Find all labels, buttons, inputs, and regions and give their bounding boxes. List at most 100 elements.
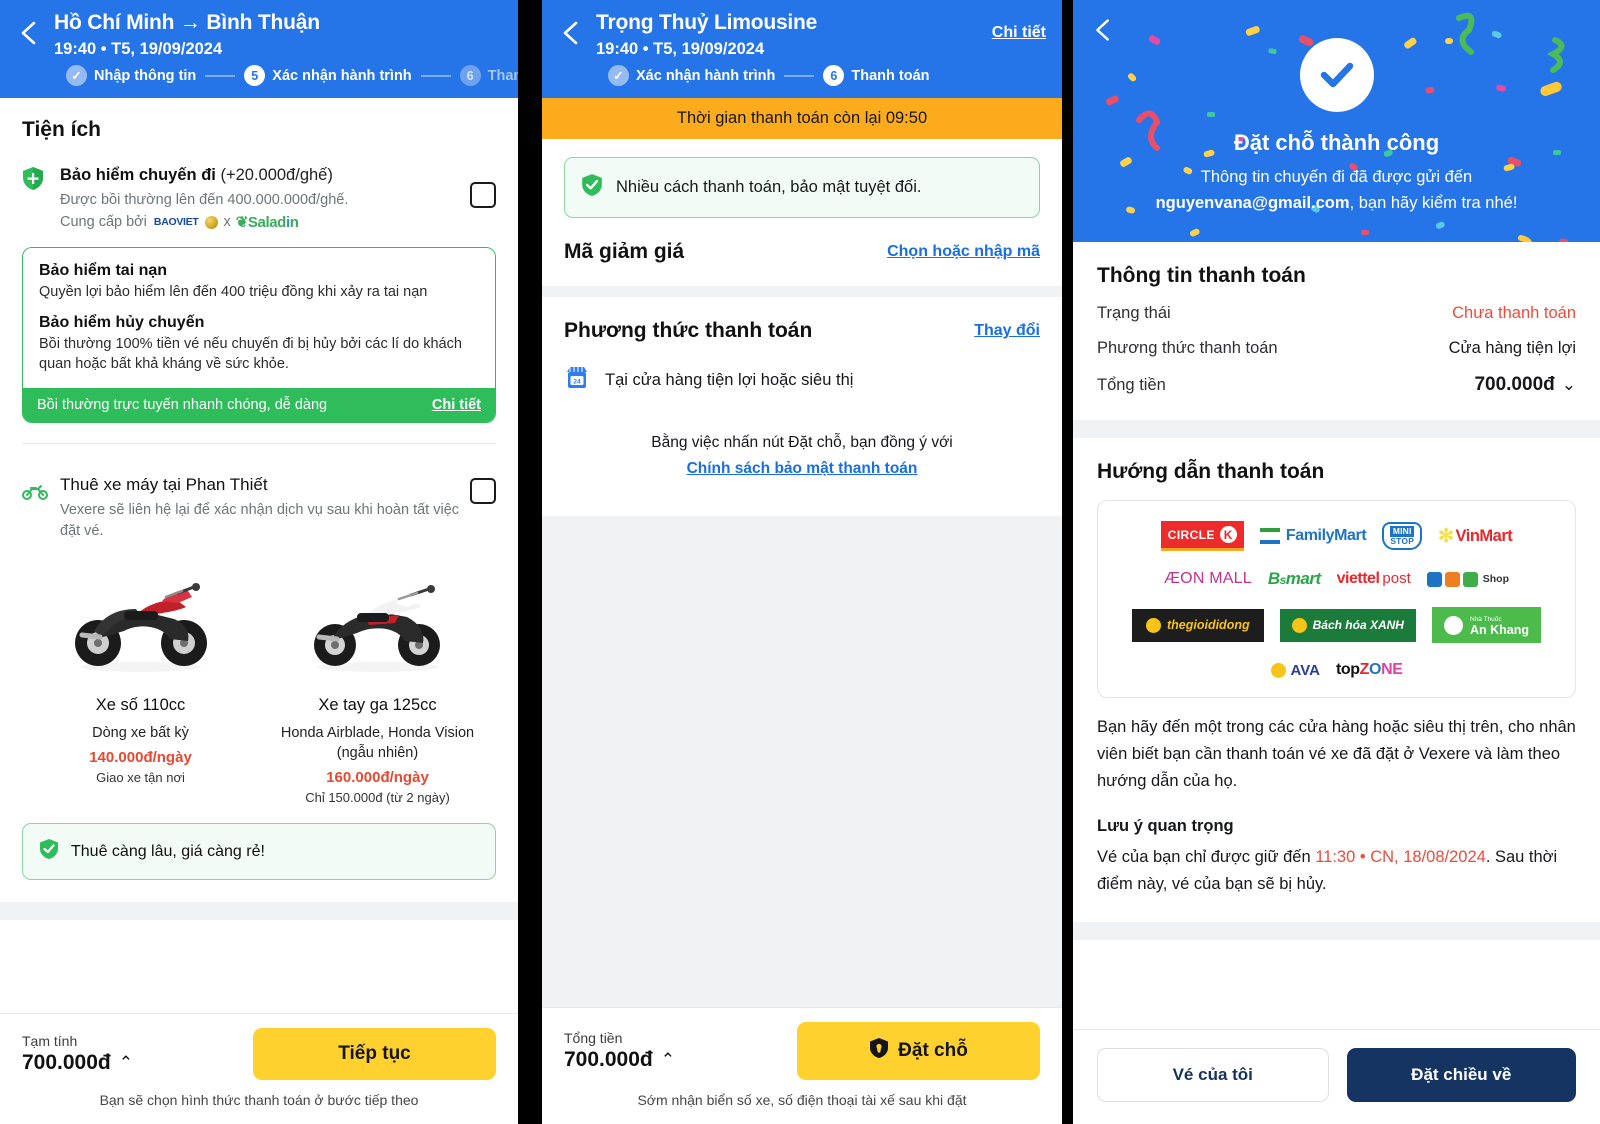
success-sub-post: , bạn hãy kiểm tra nhé!	[1349, 194, 1518, 212]
logo-row-4: AVA topZONE	[1112, 661, 1561, 679]
note-pre: Vé của bạn chỉ được giữ đến	[1097, 848, 1316, 866]
motorbike-red-photo	[28, 552, 253, 692]
payment-countdown-banner: Thời gian thanh toán còn lại 09:50	[542, 98, 1062, 139]
fpt-shop-logo: Shop	[1426, 571, 1509, 587]
three-panel-screenshot: Hồ Chí Minh → Bình Thuận 19:40 • T5, 19/…	[0, 0, 1600, 1124]
step-thanh-toan[interactable]: 6 Thanh toán	[459, 65, 518, 86]
progress-stepper: ✓ Xác nhận hành trình 6 Thanh toán	[542, 61, 1062, 98]
aeon-mall-logo: ÆON MALL	[1163, 570, 1252, 587]
continue-button[interactable]: Tiếp tục	[253, 1028, 496, 1080]
total-label: Tổng tiền	[564, 1030, 623, 1046]
ministop-logo: MINI STOP	[1382, 522, 1423, 550]
step-xac-nhan-hanh-trinh[interactable]: ✓ Xác nhận hành trình	[608, 65, 775, 86]
section-title-amenities: Tiện ích	[22, 118, 101, 141]
bike-model: Dòng xe bất kỳ	[92, 725, 189, 741]
insurance-providers: Cung cấp bởi BAOVIET x ❦Saladin	[60, 213, 462, 231]
benefit-2-desc: Bồi thường 100% tiền vé nếu chuyến đi bị…	[39, 336, 462, 372]
ava-logo: AVA	[1270, 662, 1320, 679]
footer-note: Sớm nhận biển số xe, số điện thoại tài x…	[637, 1092, 967, 1108]
benefit-2-title: Bảo hiểm hủy chuyến	[39, 314, 205, 331]
logo-row-3: thegioididong Bách hóa XANH Nhà Thuốc An …	[1112, 607, 1561, 643]
trip-insurance-row[interactable]: Bảo hiểm chuyến đi (+20.000đ/ghế) Được b…	[22, 164, 496, 231]
panel3-body: Thông tin thanh toán Trạng thái Chưa tha…	[1073, 242, 1600, 1029]
panel2-body: Nhiều cách thanh toán, bảo mật tuyệt đối…	[542, 139, 1062, 1007]
bachhoaxanh-logo: Bách hóa XANH	[1279, 608, 1416, 642]
insurance-description: Được bồi thường lên đến 400.000.000đ/ghế…	[60, 192, 349, 208]
step-nhap-thong-tin[interactable]: ✓ Nhập thông tin	[66, 65, 196, 86]
provider-prefix: Cung cấp bởi	[60, 214, 147, 230]
row-value[interactable]: 700.000đ ⌄	[1474, 374, 1576, 396]
bike-note: Chỉ 150.000đ (từ 2 ngày)	[305, 790, 450, 805]
bike-rental-title: Thuê xe máy tại Phan Thiết	[60, 475, 268, 494]
panel1-header: Hồ Chí Minh → Bình Thuận 19:40 • T5, 19/…	[0, 0, 518, 98]
bike-option-110cc[interactable]: Xe số 110cc Dòng xe bất kỳ 140.000đ/ngày…	[22, 552, 259, 805]
check-circle-icon	[1299, 38, 1374, 112]
subtotal-label: Tạm tính	[22, 1033, 78, 1049]
discount-title: Mã giảm giá	[564, 240, 685, 263]
motorbike-icon	[22, 474, 48, 505]
book-return-trip-button[interactable]: Đặt chiều về	[1346, 1048, 1576, 1102]
thegioididong-logo: thegioididong	[1131, 608, 1264, 642]
bike-option-125cc[interactable]: Xe tay ga 125cc Honda Airblade, Honda Vi…	[259, 552, 496, 805]
vinmart-logo: ✻ VinMart	[1438, 525, 1513, 547]
panel-gap	[518, 0, 542, 1124]
step-xac-nhan-hanh-trinh[interactable]: 5 Xác nhận hành trình	[244, 65, 412, 86]
chevron-down-icon[interactable]: ⌄	[1562, 375, 1576, 395]
change-payment-link[interactable]: Thay đổi	[974, 322, 1040, 340]
circle-k-logo: CIRCLE K	[1160, 521, 1244, 551]
bike-price: 160.000đ/ngày	[326, 769, 429, 786]
bsmart-logo: Bsmart	[1267, 569, 1321, 588]
step-label: Xác nhận hành trình	[636, 67, 776, 84]
section-spacer	[1073, 922, 1600, 940]
subtotal-amount[interactable]: 700.000đ ⌃	[22, 1051, 133, 1075]
section-spacer	[542, 286, 1062, 297]
chevron-up-icon[interactable]: ⌃	[661, 1050, 675, 1070]
total-value: 700.000đ	[1474, 374, 1555, 395]
privacy-policy-link[interactable]: Chính sách bảo mật thanh toán	[687, 460, 918, 477]
bike-rental-row[interactable]: Thuê xe máy tại Phan Thiết Vexere sẽ liê…	[22, 474, 496, 542]
back-icon[interactable]	[554, 16, 588, 50]
provider-separator: x	[223, 214, 231, 230]
total-block[interactable]: Tổng tiền 700.000đ ⌃	[564, 1030, 675, 1072]
subtotal-block[interactable]: Tạm tính 700.000đ ⌃	[22, 1033, 133, 1075]
footer-note: Bạn sẽ chọn hình thức thanh toán ở bước …	[99, 1092, 419, 1108]
insurance-title-price: (+20.000đ/ghế)	[215, 166, 333, 184]
logo-row-2: ÆON MALL Bsmart viettel post Shop	[1112, 569, 1561, 589]
panel2-header: Trọng Thuỷ Limousine 19:40 • T5, 19/09/2…	[542, 0, 1062, 98]
insurance-detail-link[interactable]: Chi tiết	[432, 397, 481, 413]
chevron-up-icon[interactable]: ⌃	[119, 1053, 133, 1073]
panel2-footer: Tổng tiền 700.000đ ⌃ Đặt chỗ Sớm nhận bi…	[542, 1007, 1062, 1124]
panel1-body: Tiện ích Bảo hiểm chuyến đi (+20.000đ/gh…	[0, 98, 518, 1013]
motorbike-white-photo	[265, 552, 490, 692]
back-icon[interactable]	[1087, 14, 1119, 51]
panel-amenities: Hồ Chí Minh → Bình Thuận 19:40 • T5, 19/…	[0, 0, 518, 1124]
empty-area	[542, 516, 1062, 1007]
total-amount[interactable]: 700.000đ ⌃	[564, 1048, 675, 1072]
step-badge-5: 5	[244, 65, 266, 86]
step-badge-6: 6	[823, 65, 845, 86]
logo-row-1: CIRCLE K FamilyMart MINI STOP ✻ VinMart	[1112, 521, 1561, 551]
guide-paragraph: Bạn hãy đến một trong các cửa hàng hoặc …	[1097, 718, 1576, 790]
page-title: Hồ Chí Minh → Bình Thuận	[54, 11, 320, 34]
section-spacer	[1073, 420, 1600, 438]
bike-note: Giao xe tận nơi	[96, 770, 185, 785]
security-notice-banner: Nhiều cách thanh toán, bảo mật tuyệt đối…	[564, 157, 1040, 218]
bike-model: Honda Airblade, Honda Vision (ngẫu nhiên…	[280, 725, 475, 761]
step-thanh-toan[interactable]: 6 Thanh toán	[823, 65, 930, 86]
selected-payment-method[interactable]: 24 Tại cửa hàng tiện lợi hoặc siêu thị	[542, 343, 1062, 396]
my-tickets-button[interactable]: Vé của tôi	[1097, 1048, 1329, 1102]
book-seat-button[interactable]: Đặt chỗ	[797, 1022, 1040, 1080]
row-key: Tổng tiền	[1097, 375, 1166, 394]
insurance-checkbox[interactable]	[470, 182, 496, 208]
important-note-title: Lưu ý quan trọng	[1097, 817, 1234, 835]
bike-rental-checkbox[interactable]	[470, 478, 496, 504]
total-value: 700.000đ	[564, 1048, 653, 1071]
saladin-logo: ❦Saladin	[236, 213, 299, 231]
back-icon[interactable]	[12, 16, 46, 50]
payment-info-section: Thông tin thanh toán Trạng thái Chưa tha…	[1073, 242, 1600, 396]
info-row-total[interactable]: Tổng tiền 700.000đ ⌄	[1097, 374, 1576, 396]
choose-discount-link[interactable]: Chọn hoặc nhập mã	[887, 243, 1040, 261]
panel-success: Đặt chỗ thành công Thông tin chuyến đi đ…	[1073, 0, 1600, 1124]
trip-detail-link[interactable]: Chi tiết	[992, 24, 1046, 42]
note-deadline: 11:30 • CN, 18/08/2024	[1315, 848, 1486, 866]
